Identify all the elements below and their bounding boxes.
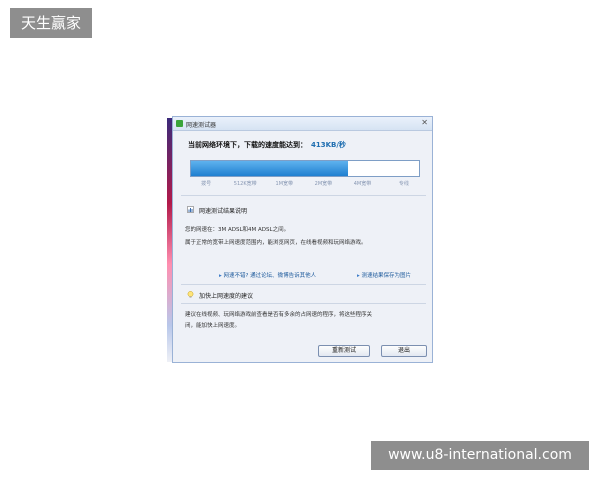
watermark-top: 天生赢家 <box>10 8 92 38</box>
scale-label-dialup: 拨号 <box>201 181 212 187</box>
lightbulb-icon <box>187 291 194 298</box>
watermark-bottom: www.u8-international.com <box>371 441 589 470</box>
scale-label-512k: 512K宽带 <box>233 181 257 187</box>
feedback-link-label: 网速不错? 通过论坛、微博告诉其他人 <box>223 273 317 279</box>
divider-middle <box>181 284 426 285</box>
speed-label: 当前网络环境下，下载的速度能达到： <box>188 141 307 149</box>
speed-value: 413KB/秒 <box>311 141 346 149</box>
chart-icon <box>187 206 194 213</box>
scale-label-2m: 2M宽带 <box>314 181 333 187</box>
tips-line-1: 建议在线视频、玩网络游戏前查看是否有多余的占网速的程序，将这些程序关 <box>185 312 373 318</box>
divider-top <box>181 195 426 196</box>
save-image-link-label: 测速结果保存为图片 <box>361 273 412 279</box>
feedback-link[interactable]: ▸ 网速不错? 通过论坛、微博告诉其他人 <box>219 271 316 279</box>
app-icon <box>176 120 183 127</box>
speed-scale: 拨号 512K宽带 1M宽带 2M宽带 4M宽带 专线 <box>190 180 420 188</box>
speed-test-dialog: 网速测试器 ✕ 当前网络环境下，下载的速度能达到： 413KB/秒 拨号 512K… <box>172 116 433 363</box>
scale-label-4m: 4M宽带 <box>353 181 372 187</box>
close-button[interactable]: ✕ <box>421 118 428 128</box>
title-bar[interactable]: 网速测试器 ✕ <box>173 117 432 131</box>
scale-label-leased: 专线 <box>398 181 409 187</box>
save-image-link[interactable]: ▸ 测速结果保存为图片 <box>357 271 411 279</box>
speed-readout: 当前网络环境下，下载的速度能达到： 413KB/秒 <box>188 140 346 150</box>
retest-button[interactable]: 重新测试 <box>318 345 370 357</box>
result-line-2: 属于正常的宽带上网速度范围内，能浏览网页，在线看视频和玩网络游戏。 <box>185 240 367 246</box>
result-section-title: 网速测试结果说明 <box>199 208 248 215</box>
tips-section-title: 加快上网速度的建议 <box>199 293 254 300</box>
divider-tips <box>181 303 426 304</box>
window-title: 网速测试器 <box>186 122 217 129</box>
speed-progress-fill <box>191 161 349 176</box>
scale-label-1m: 1M宽带 <box>275 181 294 187</box>
speed-progress-bar <box>190 160 420 177</box>
result-line-1: 您的网速在：3M ADSL和4M ADSL之间。 <box>185 227 290 233</box>
tips-line-2: 闭，能加快上网速度。 <box>185 323 241 329</box>
exit-button[interactable]: 退出 <box>381 345 427 357</box>
